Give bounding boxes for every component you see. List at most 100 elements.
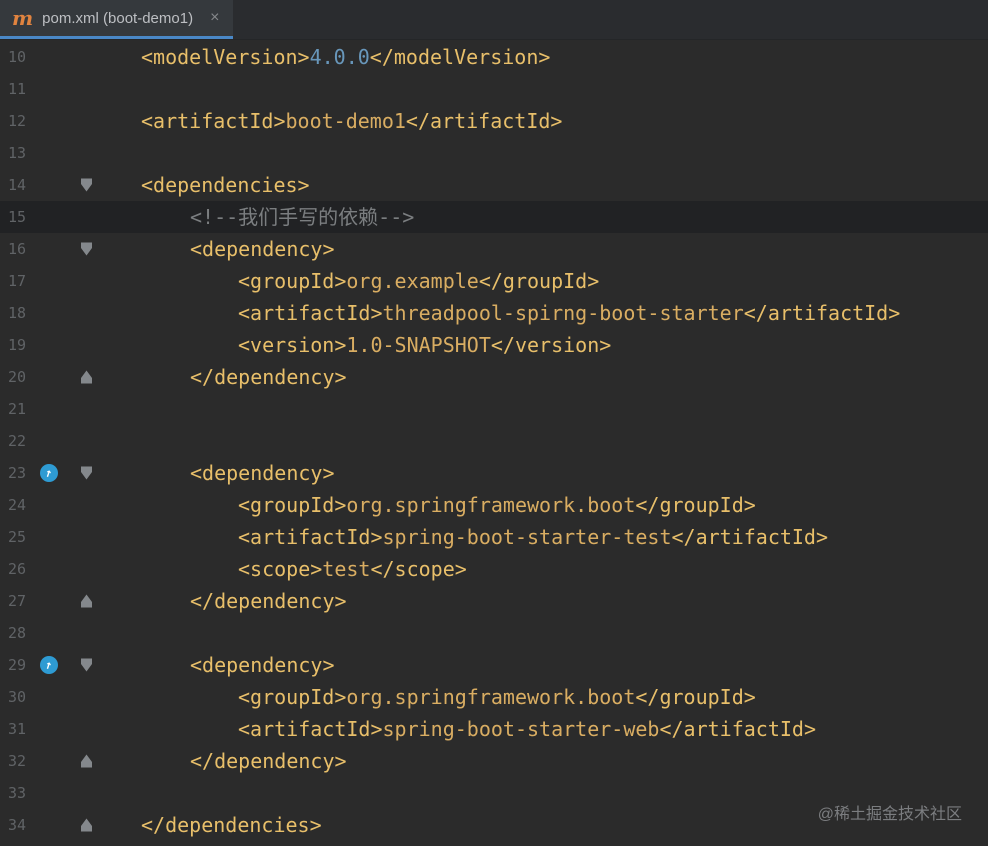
code-line[interactable]: 24<groupId>org.springframework.boot</gro…	[0, 489, 988, 521]
code-token[interactable]: <!--我们手写的依赖-->	[190, 205, 414, 229]
code-token[interactable]: <dependencies>	[141, 173, 310, 197]
code-token[interactable]: threadpool-spirng-boot-starter	[383, 301, 744, 325]
code-text[interactable]: <dependency>	[105, 233, 335, 265]
code-text[interactable]: <artifactId>spring-boot-starter-test</ar…	[105, 521, 828, 553]
code-token[interactable]: </dependency>	[190, 749, 347, 773]
code-text[interactable]: <dependency>	[105, 649, 335, 681]
code-token[interactable]: <artifactId>	[238, 301, 383, 325]
code-token[interactable]: </artifactId>	[659, 717, 816, 741]
code-token[interactable]: 1.0-SNAPSHOT	[346, 333, 491, 357]
code-token[interactable]: </artifactId>	[744, 301, 901, 325]
code-line[interactable]: 13	[0, 137, 988, 169]
code-token[interactable]: <artifactId>	[238, 525, 383, 549]
gutter: 23 ↑	[0, 457, 105, 489]
code-token[interactable]: <groupId>	[238, 685, 346, 709]
code-token[interactable]: 4.0.0	[310, 45, 370, 69]
code-line[interactable]: 21	[0, 393, 988, 425]
code-token[interactable]: </version>	[491, 333, 611, 357]
code-line[interactable]: 14 <dependencies>	[0, 169, 988, 201]
code-line[interactable]: 25<artifactId>spring-boot-starter-test</…	[0, 521, 988, 553]
code-line[interactable]: 29↑<dependency>	[0, 649, 988, 681]
fold-end-icon[interactable]	[81, 819, 92, 832]
code-token[interactable]: <version>	[238, 333, 346, 357]
fold-start-icon[interactable]	[81, 243, 92, 256]
code-line[interactable]: 17<groupId>org.example</groupId>	[0, 265, 988, 297]
code-token[interactable]: boot-demo1	[286, 109, 406, 133]
code-line[interactable]: 15<!--我们手写的依赖-->	[0, 201, 988, 233]
code-token[interactable]: <dependency>	[190, 461, 335, 485]
code-text[interactable]: <modelVersion>4.0.0</modelVersion>	[105, 41, 550, 73]
code-line[interactable]: 32</dependency>	[0, 745, 988, 777]
editor-tab-pom-xml[interactable]: m pom.xml (boot-demo1) ×	[0, 0, 233, 39]
code-line[interactable]: 28	[0, 617, 988, 649]
code-line[interactable]: 19<version>1.0-SNAPSHOT</version>	[0, 329, 988, 361]
code-token[interactable]: </artifactId>	[406, 109, 563, 133]
code-text[interactable]: </dependency>	[105, 361, 347, 393]
code-token[interactable]: test	[322, 557, 370, 581]
code-token[interactable]: </groupId>	[635, 685, 755, 709]
code-text[interactable]: <dependency>	[105, 457, 335, 489]
fold-end-icon[interactable]	[81, 755, 92, 768]
code-token[interactable]: <groupId>	[238, 493, 346, 517]
code-token[interactable]: </groupId>	[479, 269, 599, 293]
code-line[interactable]: 23 ↑ <dependency>	[0, 457, 988, 489]
code-token[interactable]: org.springframework.boot	[346, 685, 635, 709]
code-text[interactable]: <artifactId>threadpool-spirng-boot-start…	[105, 297, 900, 329]
code-line[interactable]: 11	[0, 73, 988, 105]
fold-end-icon[interactable]	[81, 371, 92, 384]
fold-start-icon[interactable]	[81, 659, 92, 672]
gutter: 16	[0, 233, 105, 265]
code-text[interactable]: <groupId>org.example</groupId>	[105, 265, 599, 297]
code-token[interactable]: <scope>	[238, 557, 322, 581]
maven-dependency-icon[interactable]: ↑	[40, 464, 58, 482]
code-token[interactable]: <groupId>	[238, 269, 346, 293]
fold-end-icon[interactable]	[81, 595, 92, 608]
code-line[interactable]: 10 <modelVersion>4.0.0</modelVersion>	[0, 41, 988, 73]
code-text[interactable]: <artifactId>spring-boot-starter-web</art…	[105, 713, 816, 745]
code-line[interactable]: 26<scope>test</scope>	[0, 553, 988, 585]
code-text[interactable]: <artifactId>boot-demo1</artifactId>	[105, 105, 562, 137]
code-text[interactable]: <version>1.0-SNAPSHOT</version>	[105, 329, 611, 361]
gutter: 18	[0, 297, 105, 329]
code-line[interactable]: 16 <dependency>	[0, 233, 988, 265]
code-line[interactable]: 30<groupId>org.springframework.boot</gro…	[0, 681, 988, 713]
code-token[interactable]: <artifactId>	[141, 109, 286, 133]
code-token[interactable]: org.springframework.boot	[346, 493, 635, 517]
line-number: 10	[0, 48, 26, 66]
code-token[interactable]: </modelVersion>	[370, 45, 551, 69]
code-text[interactable]: <groupId>org.springframework.boot</group…	[105, 489, 756, 521]
code-token[interactable]: <artifactId>	[238, 717, 383, 741]
code-token[interactable]: spring-boot-starter-test	[383, 525, 672, 549]
code-token[interactable]: <dependency>	[190, 653, 335, 677]
code-line[interactable]: 27</dependency>	[0, 585, 988, 617]
code-text[interactable]: <dependencies>	[105, 169, 310, 201]
code-text[interactable]: <!--我们手写的依赖-->	[105, 201, 414, 233]
code-text[interactable]: <groupId>org.springframework.boot</group…	[105, 681, 756, 713]
code-token[interactable]: org.example	[346, 269, 478, 293]
gutter: 24	[0, 489, 105, 521]
code-token[interactable]: <dependency>	[190, 237, 335, 261]
code-text[interactable]: </dependencies>	[105, 809, 322, 841]
code-token[interactable]: </artifactId>	[671, 525, 828, 549]
code-line[interactable]: 18<artifactId>threadpool-spirng-boot-sta…	[0, 297, 988, 329]
close-tab-icon[interactable]: ×	[210, 10, 219, 26]
maven-dependency-icon[interactable]: ↑	[40, 656, 58, 674]
code-text[interactable]: </dependency>	[105, 585, 347, 617]
fold-start-icon[interactable]	[81, 179, 92, 192]
code-token[interactable]: spring-boot-starter-web	[383, 717, 660, 741]
line-number: 14	[0, 176, 26, 194]
code-token[interactable]: <modelVersion>	[141, 45, 310, 69]
code-line[interactable]: 12<artifactId>boot-demo1</artifactId>	[0, 105, 988, 137]
code-line[interactable]: 20</dependency>	[0, 361, 988, 393]
line-number: 23	[0, 464, 26, 482]
code-text[interactable]: <scope>test</scope>	[105, 553, 467, 585]
code-line[interactable]: 31<artifactId>spring-boot-starter-web</a…	[0, 713, 988, 745]
code-token[interactable]: </groupId>	[635, 493, 755, 517]
code-text[interactable]: </dependency>	[105, 745, 347, 777]
code-token[interactable]: </dependencies>	[141, 813, 322, 837]
code-token[interactable]: </dependency>	[190, 589, 347, 613]
code-line[interactable]: 22	[0, 425, 988, 457]
fold-start-icon[interactable]	[81, 467, 92, 480]
code-token[interactable]: </dependency>	[190, 365, 347, 389]
code-token[interactable]: </scope>	[370, 557, 466, 581]
